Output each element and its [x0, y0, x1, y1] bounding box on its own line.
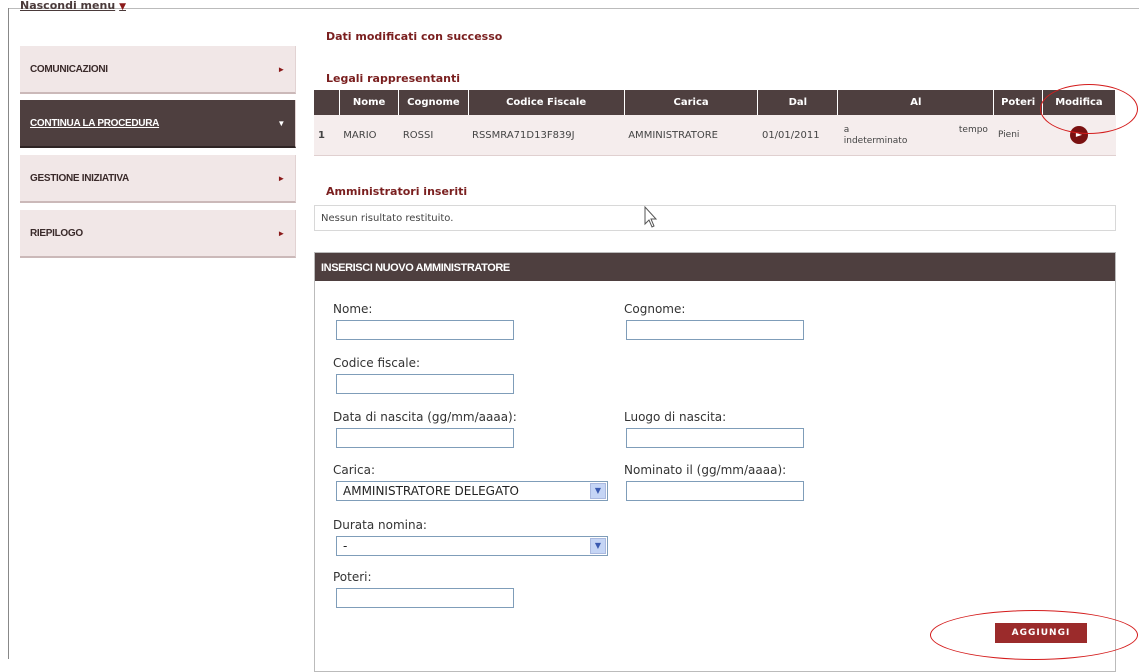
col-dal: Dal — [757, 90, 839, 115]
nome-label: Nome: — [333, 302, 373, 316]
nome-input[interactable] — [336, 320, 514, 340]
chevron-right-icon: ► — [277, 173, 285, 183]
cell-cognome: ROSSI — [398, 115, 469, 156]
carica-select[interactable]: AMMINISTRATORE DELEGATO ▼ — [336, 481, 608, 501]
window-frame-left — [8, 8, 9, 659]
cell-nome: MARIO — [339, 115, 399, 156]
new-admin-panel-title: INSERISCI NUOVO AMMINISTRATORE — [315, 253, 1115, 281]
col-modifica: Modifica — [1042, 90, 1117, 115]
sidebar-item-riepilogo[interactable]: Riepilogo ► — [20, 210, 296, 258]
edit-button[interactable]: ► — [1069, 126, 1088, 144]
durata-select[interactable]: - ▼ — [336, 536, 608, 556]
table-header-row: Nome Cognome Codice Fiscale Carica Dal A… — [314, 90, 1117, 115]
admins-title: Amministratori inseriti — [326, 185, 468, 198]
add-button[interactable]: AGGIUNGI — [995, 623, 1087, 643]
cell-al: a tempo indeterminato — [837, 115, 994, 156]
cognome-label: Cognome: — [624, 302, 686, 316]
col-nome: Nome — [339, 90, 400, 115]
cell-codice-fiscale: RSSMRA71D13F839J — [468, 115, 625, 156]
col-index — [314, 90, 340, 115]
cognome-input[interactable] — [626, 320, 804, 340]
carica-label: Carica: — [333, 463, 375, 477]
luogo-nascita-label: Luogo di nascita: — [624, 410, 727, 424]
luogo-nascita-input[interactable] — [626, 428, 804, 448]
codice-fiscale-label: Codice fiscale: — [333, 356, 420, 370]
mouse-cursor-icon — [644, 206, 658, 228]
data-nascita-label: Data di nascita (gg/mm/aaaa): — [333, 410, 517, 424]
table-row: 1 MARIO ROSSI RSSMRA71D13F839J AMMINISTR… — [314, 115, 1116, 156]
sidebar-item-gestione-iniziativa[interactable]: Gestione iniziativa ► — [20, 155, 296, 203]
data-nascita-input[interactable] — [336, 428, 514, 448]
cell-modifica: ► — [1042, 115, 1116, 156]
sidebar-item-continua-procedura[interactable]: Continua la procedura ▼ — [20, 100, 296, 148]
sidebar-item-comunicazioni[interactable]: Comunicazioni ► — [20, 46, 296, 94]
admins-empty-message: Nessun risultato restituito. — [314, 205, 1116, 231]
chevron-right-icon: ► — [277, 64, 285, 74]
codice-fiscale-input[interactable] — [336, 374, 514, 394]
cell-carica: AMMINISTRATORE — [624, 115, 758, 156]
col-poteri: Poteri — [993, 90, 1043, 115]
dropdown-arrow-icon[interactable]: ▼ — [590, 538, 606, 554]
chevron-down-icon: ▼ — [119, 2, 127, 12]
legal-reps-table: Nome Cognome Codice Fiscale Carica Dal A… — [314, 90, 1117, 156]
success-message: Dati modificati con successo — [326, 30, 503, 43]
hide-menu-link[interactable]: Nascondi menu ▼ — [20, 0, 126, 16]
nominato-label: Nominato il (gg/mm/aaaa): — [624, 463, 787, 477]
nominato-input[interactable] — [626, 481, 804, 501]
window-frame-top — [8, 8, 1139, 9]
col-codice-fiscale: Codice Fiscale — [468, 90, 625, 115]
cell-dal: 01/01/2011 — [757, 115, 838, 156]
poteri-input[interactable] — [336, 588, 514, 608]
new-admin-panel: INSERISCI NUOVO AMMINISTRATORE — [314, 252, 1116, 672]
poteri-label: Poteri: — [333, 570, 372, 584]
legal-reps-title: Legali rappresentanti — [326, 72, 460, 85]
col-carica: Carica — [624, 90, 759, 115]
row-index: 1 — [314, 115, 340, 156]
chevron-right-icon: ► — [277, 228, 285, 238]
col-al: Al — [837, 90, 995, 115]
durata-label: Durata nomina: — [333, 518, 427, 532]
col-cognome: Cognome — [398, 90, 469, 115]
cell-poteri: Pieni — [993, 115, 1043, 156]
dropdown-arrow-icon[interactable]: ▼ — [590, 483, 606, 499]
chevron-down-icon: ▼ — [277, 118, 285, 128]
